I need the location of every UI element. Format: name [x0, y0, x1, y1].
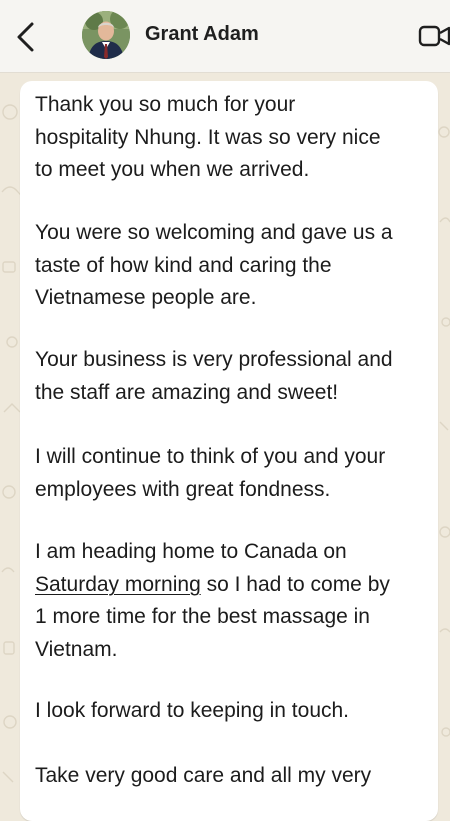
date-link[interactable]: Saturday morning [35, 573, 201, 596]
message-line: Vietnam. [35, 637, 118, 661]
message-line: I will continue to think of you and your [35, 445, 386, 468]
message-bubble[interactable]: Thank you so much for your hospitality Nh… [20, 81, 438, 821]
message-line: I look forward to keeping in touch. [35, 699, 350, 722]
message-paragraph: You were so welcoming and gave us a taste… [35, 217, 393, 315]
video-call-button[interactable] [418, 22, 450, 50]
message-paragraph: I am heading home to Canada on Saturday m… [35, 536, 390, 666]
message-line: hospitality Nhung. It was so very nice [35, 125, 381, 149]
message-line: employees with great fondness. [35, 477, 331, 501]
back-button[interactable] [12, 20, 40, 54]
contact-name[interactable]: Grant Adam [145, 23, 259, 46]
message-paragraph: I will continue to think of you and your… [35, 441, 385, 506]
avatar[interactable] [82, 11, 130, 59]
message-line: the staff are amazing and sweet! [35, 380, 339, 404]
message-line: You were so welcoming and gave us a [35, 221, 393, 244]
message-line: Take very good care and all my very [35, 764, 372, 787]
message-line: I am heading home to Canada on [35, 540, 347, 563]
video-camera-icon [418, 25, 450, 47]
message-line: to meet you when we arrived. [35, 158, 310, 181]
message-line: Your business is very professional and [35, 348, 393, 371]
message-line: Vietnamese people are. [35, 286, 257, 309]
message-line: taste of how kind and caring the [35, 253, 332, 277]
message-line: so I had to come by [206, 572, 390, 596]
message-paragraph: Take very good care and all my very [35, 760, 371, 793]
chat-header: Grant Adam [0, 0, 450, 73]
chevron-left-icon [17, 22, 34, 52]
message-paragraph: Thank you so much for your hospitality Nh… [35, 89, 381, 187]
message-line: Thank you so much for your [35, 93, 296, 116]
message-line: 1 more time for the best massage in [35, 605, 370, 628]
profile-photo [82, 11, 130, 59]
message-paragraph: I look forward to keeping in touch. [35, 695, 349, 728]
message-paragraph: Your business is very professional and th… [35, 344, 393, 409]
